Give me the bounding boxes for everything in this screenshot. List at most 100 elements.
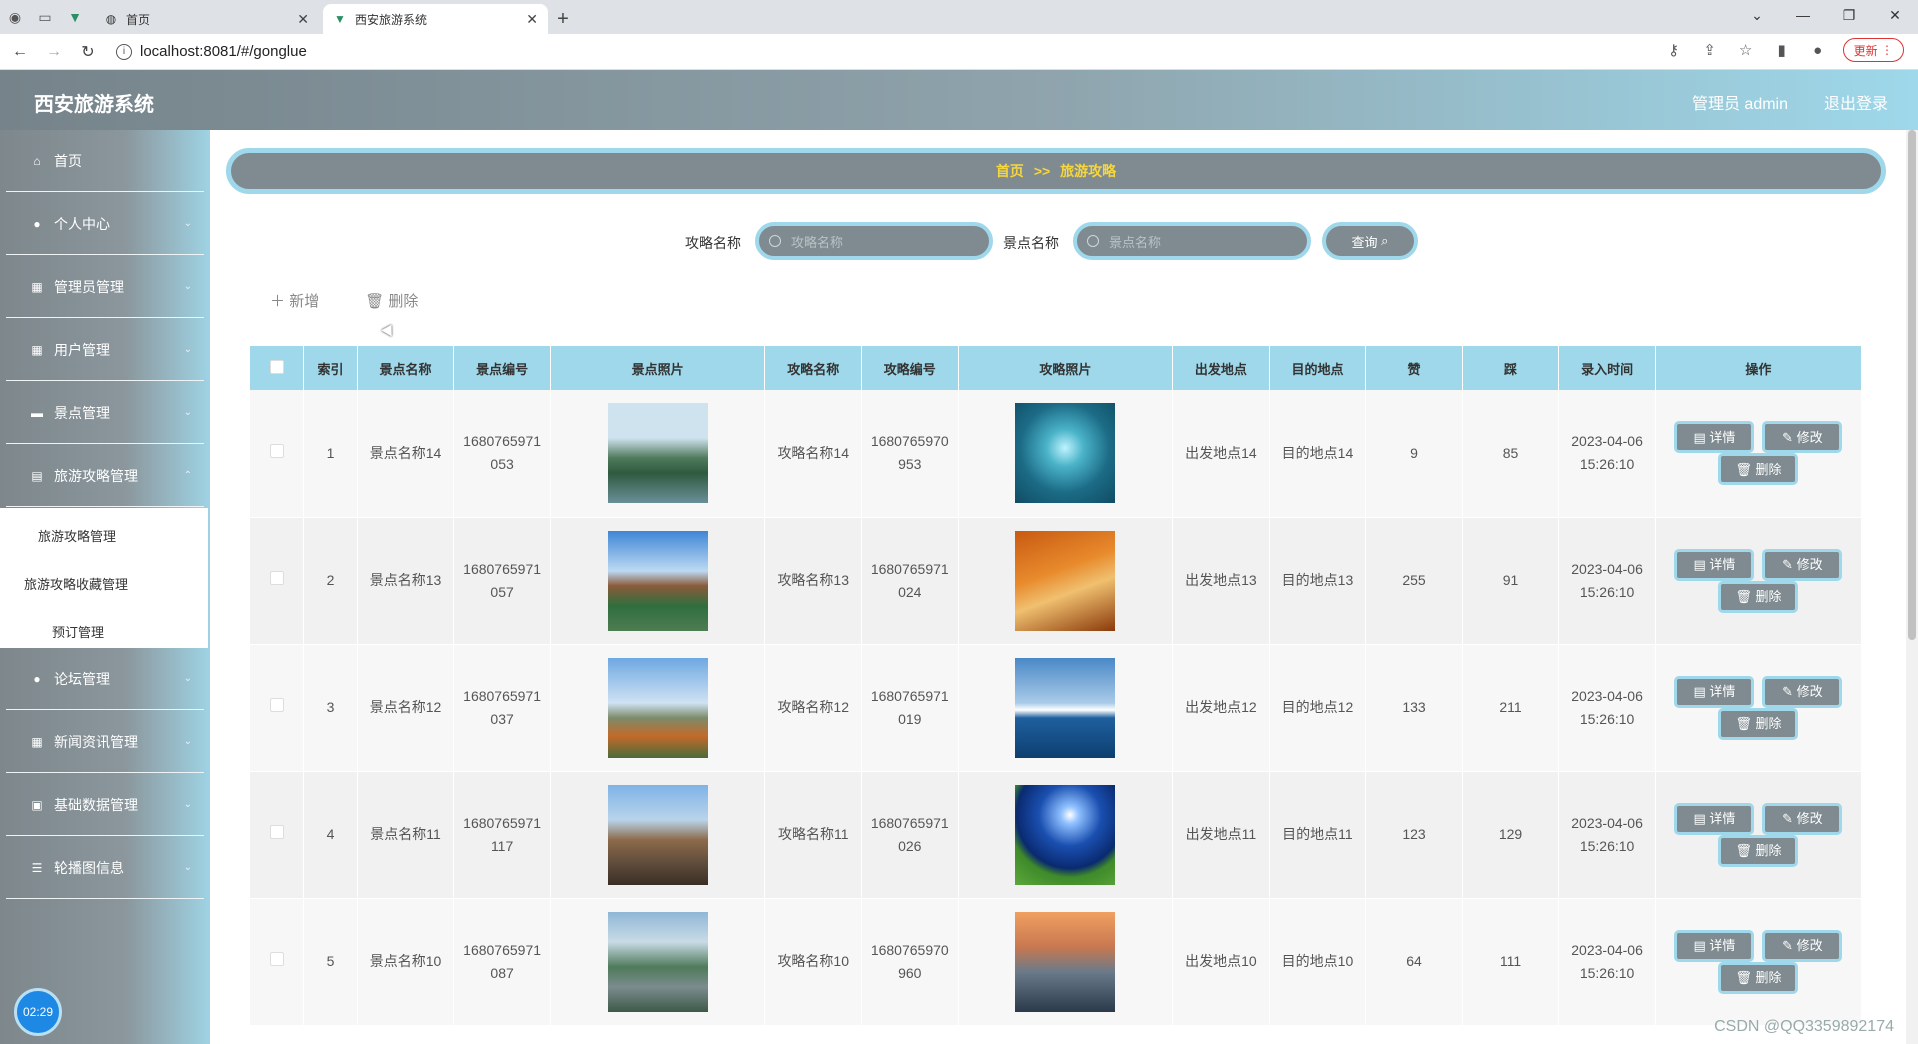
sidebar-item-spots[interactable]: ▬ 景点管理 ⌄ bbox=[6, 382, 204, 444]
detail-button[interactable]: ▤ 详情 bbox=[1674, 675, 1755, 708]
spot-photo[interactable] bbox=[607, 784, 708, 885]
cell-spot-photo bbox=[550, 644, 766, 772]
close-icon[interactable]: ✕ bbox=[526, 11, 538, 28]
query-label: 查询 bbox=[1351, 234, 1378, 250]
home-icon: ⌂ bbox=[33, 153, 41, 168]
cell-guide-no: 1680765970960 bbox=[861, 898, 959, 1026]
edit-button[interactable]: ✎ 修改 bbox=[1762, 548, 1843, 581]
delete-button[interactable]: 🗑 删除 bbox=[1718, 707, 1799, 740]
close-icon[interactable]: ✕ bbox=[297, 11, 309, 28]
clock-badge[interactable]: 02:29 bbox=[14, 988, 62, 1036]
main-content: 首页 >> 旅游攻略 攻略名称 攻略名称 景点名称 景点名称 查询 ⌕ ＋ 新增… bbox=[210, 130, 1918, 1044]
tab-home[interactable]: ◍ 首页 ✕ bbox=[94, 4, 319, 34]
guide-photo[interactable] bbox=[1015, 403, 1116, 504]
reload-icon[interactable]: ↻ bbox=[74, 38, 102, 66]
scrollbar-thumb[interactable] bbox=[1908, 130, 1916, 640]
forward-icon[interactable]: → bbox=[40, 38, 68, 66]
guide-photo[interactable] bbox=[1015, 657, 1116, 758]
url-field[interactable]: i localhost:8081/#/gonglue bbox=[116, 43, 307, 60]
restore-icon[interactable]: ❐ bbox=[1826, 0, 1872, 30]
sidebar-item-guides[interactable]: ▤ 旅游攻略管理 ⌃ bbox=[6, 445, 204, 507]
edit-button[interactable]: ✎ 修改 bbox=[1762, 421, 1843, 454]
spot-photo[interactable] bbox=[607, 530, 708, 631]
current-user[interactable]: 管理员 admin bbox=[1692, 90, 1788, 114]
spot-name-input[interactable]: 景点名称 bbox=[1073, 222, 1311, 260]
col-header: 操作 bbox=[1655, 346, 1863, 390]
detail-button[interactable]: ▤ 详情 bbox=[1674, 421, 1755, 454]
share-icon[interactable]: ⇪ bbox=[1699, 39, 1721, 61]
submenu-bookings[interactable]: 预订管理 bbox=[52, 622, 104, 641]
row-checkbox[interactable] bbox=[269, 825, 284, 839]
delete-button[interactable]: 🗑 删除 bbox=[1718, 961, 1799, 994]
sidebar-item-home[interactable]: ⌂ 首页 bbox=[6, 130, 204, 192]
sidepanel-icon[interactable]: ▮ bbox=[1771, 39, 1793, 61]
edit-button[interactable]: ✎ 修改 bbox=[1762, 929, 1843, 962]
sidebar-item-users[interactable]: ▦ 用户管理 ⌄ bbox=[6, 319, 204, 381]
submenu-guide-favorites[interactable]: 旅游攻略收藏管理 bbox=[24, 574, 128, 593]
spot-photo[interactable] bbox=[607, 911, 708, 1012]
tab-xian[interactable]: ▼ 西安旅游系统 ✕ bbox=[323, 4, 548, 34]
sidebar-item-label: 首页 bbox=[54, 152, 82, 169]
grid-icon: ▦ bbox=[31, 279, 43, 294]
pinned-tab-icon[interactable]: ▭ bbox=[30, 0, 60, 34]
sidebar-item-news[interactable]: ▦ 新闻资讯管理 ⌄ bbox=[6, 711, 204, 773]
sidebar-item-admins[interactable]: ▦ 管理员管理 ⌄ bbox=[6, 256, 204, 318]
sidebar-item-forum[interactable]: ● 论坛管理 ⌄ bbox=[6, 648, 204, 710]
browser-menu-icon[interactable]: ◉ bbox=[0, 0, 30, 34]
new-tab-button[interactable]: + bbox=[548, 4, 578, 34]
guide-photo[interactable] bbox=[1015, 784, 1116, 885]
info-icon[interactable]: i bbox=[116, 43, 132, 60]
profile-icon[interactable]: ● bbox=[1807, 39, 1829, 61]
sidebar-item-basedata[interactable]: ▣ 基础数据管理 ⌄ bbox=[6, 774, 204, 836]
close-window-icon[interactable]: ✕ bbox=[1872, 0, 1918, 30]
row-checkbox[interactable] bbox=[269, 698, 284, 712]
row-checkbox[interactable] bbox=[269, 571, 284, 585]
guide-photo[interactable] bbox=[1015, 911, 1116, 1012]
minimize-icon[interactable]: — bbox=[1780, 0, 1826, 30]
delete-button[interactable]: 🗑 删除 bbox=[1718, 453, 1799, 486]
star-icon[interactable]: ☆ bbox=[1735, 39, 1757, 61]
chevron-down-icon[interactable]: ⌄ bbox=[1734, 0, 1780, 30]
edit-label: 修改 bbox=[1796, 938, 1823, 953]
breadcrumb-home[interactable]: 首页 bbox=[996, 161, 1024, 181]
lock-icon: ▤ bbox=[31, 468, 43, 483]
delete-button[interactable]: 🗑 删除 bbox=[1718, 834, 1799, 867]
globe-icon: ◍ bbox=[105, 12, 117, 26]
batch-delete-button[interactable]: 🗑 删除 bbox=[365, 290, 418, 311]
url-text: localhost:8081/#/gonglue bbox=[140, 43, 307, 60]
breadcrumb-current: 旅游攻略 bbox=[1060, 163, 1117, 179]
guide-name-input[interactable]: 攻略名称 bbox=[755, 222, 993, 260]
detail-button[interactable]: ▤ 详情 bbox=[1674, 802, 1755, 835]
spot-photo[interactable] bbox=[607, 657, 708, 758]
box-icon: ▣ bbox=[31, 797, 43, 812]
submenu-guides[interactable]: 旅游攻略管理 bbox=[38, 526, 116, 545]
detail-button[interactable]: ▤ 详情 bbox=[1674, 929, 1755, 962]
select-cell bbox=[250, 390, 305, 518]
back-icon[interactable]: ← bbox=[6, 38, 34, 66]
sidebar-item-carousel[interactable]: ☰ 轮播图信息 ⌄ bbox=[6, 837, 204, 899]
row-checkbox[interactable] bbox=[269, 952, 284, 966]
delete-button[interactable]: 🗑 删除 bbox=[1718, 580, 1799, 613]
search-label-spot: 景点名称 bbox=[1003, 235, 1059, 251]
update-button[interactable]: 更新 ⋮ bbox=[1842, 38, 1904, 62]
cell-dislike: 211 bbox=[1462, 644, 1560, 772]
grid-icon: ▦ bbox=[31, 342, 43, 357]
vue-tab-icon[interactable]: ▼ bbox=[60, 0, 90, 34]
sidebar-item-profile[interactable]: ● 个人中心 ⌄ bbox=[6, 193, 204, 255]
query-button[interactable]: 查询 ⌕ bbox=[1322, 222, 1418, 260]
edit-button[interactable]: ✎ 修改 bbox=[1762, 802, 1843, 835]
edit-button[interactable]: ✎ 修改 bbox=[1762, 675, 1843, 708]
detail-button[interactable]: ▤ 详情 bbox=[1674, 548, 1755, 581]
row-checkbox[interactable] bbox=[269, 443, 284, 458]
guide-photo[interactable] bbox=[1015, 530, 1116, 631]
trash-icon: 🗑 bbox=[1735, 589, 1752, 604]
logout-link[interactable]: 退出登录 bbox=[1824, 90, 1888, 114]
add-button[interactable]: ＋ 新增 bbox=[270, 290, 319, 311]
detail-icon: ▤ bbox=[1693, 684, 1706, 699]
page-scrollbar[interactable] bbox=[1906, 130, 1918, 1044]
cell-like: 255 bbox=[1365, 517, 1463, 645]
select-all-checkbox[interactable] bbox=[269, 359, 284, 374]
key-icon[interactable]: ⚷ bbox=[1663, 39, 1685, 61]
spot-photo[interactable] bbox=[607, 403, 708, 504]
guides-table: 索引 景点名称 景点编号 景点照片 攻略名称 攻略编号 攻略照片 出发地点 目的… bbox=[250, 346, 1863, 1026]
